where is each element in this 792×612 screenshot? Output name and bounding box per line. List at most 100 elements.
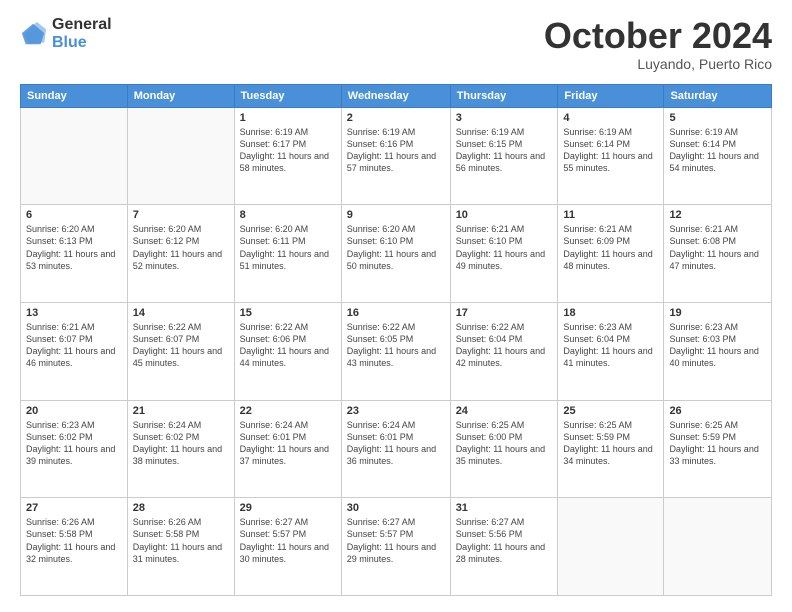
day-info: Sunrise: 6:26 AM Sunset: 5:58 PM Dayligh… <box>26 516 122 565</box>
logo: General Blue <box>20 16 112 51</box>
day-info: Sunrise: 6:21 AM Sunset: 6:07 PM Dayligh… <box>26 321 122 370</box>
day-info: Sunrise: 6:27 AM Sunset: 5:56 PM Dayligh… <box>456 516 553 565</box>
day-number: 17 <box>456 307 553 319</box>
calendar-cell: 4 Sunrise: 6:19 AM Sunset: 6:14 PM Daylig… <box>558 107 664 205</box>
calendar-cell: 29 Sunrise: 6:27 AM Sunset: 5:57 PM Dayli… <box>234 498 341 596</box>
header-tuesday: Tuesday <box>234 84 341 107</box>
calendar-cell: 28 Sunrise: 6:26 AM Sunset: 5:58 PM Dayli… <box>127 498 234 596</box>
calendar-week-2: 6 Sunrise: 6:20 AM Sunset: 6:13 PM Daylig… <box>21 205 772 303</box>
calendar-cell: 21Sunrise: 6:24 AM Sunset: 6:02 PM Dayli… <box>127 400 234 498</box>
calendar-cell: 24 Sunrise: 6:25 AM Sunset: 6:00 PM Dayli… <box>450 400 558 498</box>
day-number: 10 <box>456 209 553 221</box>
day-info: Sunrise: 6:27 AM Sunset: 5:57 PM Dayligh… <box>240 516 336 565</box>
calendar-cell: 6 Sunrise: 6:20 AM Sunset: 6:13 PM Daylig… <box>21 205 128 303</box>
logo-text: General Blue <box>52 16 112 51</box>
calendar-week-4: 20 Sunrise: 6:23 AM Sunset: 6:02 PM Dayli… <box>21 400 772 498</box>
day-info: Sunrise: 6:20 AM Sunset: 6:13 PM Dayligh… <box>26 223 122 272</box>
header-wednesday: Wednesday <box>341 84 450 107</box>
day-info: Sunrise: 6:21 AM Sunset: 6:08 PM Dayligh… <box>669 223 766 272</box>
day-number: 11 <box>563 209 658 221</box>
day-number: 14 <box>133 307 229 319</box>
day-info: Sunrise: 6:25 AM Sunset: 6:00 PM Dayligh… <box>456 419 553 468</box>
day-number: 5 <box>669 112 766 124</box>
day-number: 18 <box>563 307 658 319</box>
day-number: 16 <box>347 307 445 319</box>
month-title: October 2024 <box>544 16 772 56</box>
calendar-body: 1Sunrise: 6:19 AM Sunset: 6:17 PM Daylig… <box>21 107 772 595</box>
day-info: Sunrise: 6:20 AM Sunset: 6:10 PM Dayligh… <box>347 223 445 272</box>
day-info: Sunrise: 6:26 AM Sunset: 5:58 PM Dayligh… <box>133 516 229 565</box>
day-number: 15 <box>240 307 336 319</box>
day-number: 28 <box>133 502 229 514</box>
calendar-cell <box>127 107 234 205</box>
day-number: 21 <box>133 405 229 417</box>
calendar-cell: 18 Sunrise: 6:23 AM Sunset: 6:04 PM Dayli… <box>558 302 664 400</box>
day-number: 13 <box>26 307 122 319</box>
day-number: 2 <box>347 112 445 124</box>
header-row: Sunday Monday Tuesday Wednesday Thursday… <box>21 84 772 107</box>
day-number: 4 <box>563 112 658 124</box>
day-number: 29 <box>240 502 336 514</box>
calendar-cell: 7Sunrise: 6:20 AM Sunset: 6:12 PM Daylig… <box>127 205 234 303</box>
day-info: Sunrise: 6:22 AM Sunset: 6:04 PM Dayligh… <box>456 321 553 370</box>
day-info: Sunrise: 6:19 AM Sunset: 6:16 PM Dayligh… <box>347 126 445 175</box>
day-info: Sunrise: 6:22 AM Sunset: 6:05 PM Dayligh… <box>347 321 445 370</box>
day-number: 6 <box>26 209 122 221</box>
day-number: 24 <box>456 405 553 417</box>
day-info: Sunrise: 6:21 AM Sunset: 6:10 PM Dayligh… <box>456 223 553 272</box>
calendar-cell: 30 Sunrise: 6:27 AM Sunset: 5:57 PM Dayli… <box>341 498 450 596</box>
day-number: 1 <box>240 112 336 124</box>
calendar-cell: 17 Sunrise: 6:22 AM Sunset: 6:04 PM Dayli… <box>450 302 558 400</box>
day-info: Sunrise: 6:27 AM Sunset: 5:57 PM Dayligh… <box>347 516 445 565</box>
calendar-cell: 10 Sunrise: 6:21 AM Sunset: 6:10 PM Dayli… <box>450 205 558 303</box>
day-number: 8 <box>240 209 336 221</box>
calendar-cell: 19 Sunrise: 6:23 AM Sunset: 6:03 PM Dayli… <box>664 302 772 400</box>
calendar-cell: 23Sunrise: 6:24 AM Sunset: 6:01 PM Dayli… <box>341 400 450 498</box>
calendar-cell: 8Sunrise: 6:20 AM Sunset: 6:11 PM Daylig… <box>234 205 341 303</box>
day-info: Sunrise: 6:24 AM Sunset: 6:01 PM Dayligh… <box>240 419 336 468</box>
day-number: 19 <box>669 307 766 319</box>
calendar-cell: 27 Sunrise: 6:26 AM Sunset: 5:58 PM Dayli… <box>21 498 128 596</box>
calendar-cell: 31 Sunrise: 6:27 AM Sunset: 5:56 PM Dayli… <box>450 498 558 596</box>
location-subtitle: Luyando, Puerto Rico <box>544 56 772 72</box>
calendar-week-1: 1Sunrise: 6:19 AM Sunset: 6:17 PM Daylig… <box>21 107 772 205</box>
calendar-cell: 2 Sunrise: 6:19 AM Sunset: 6:16 PM Daylig… <box>341 107 450 205</box>
calendar-header: Sunday Monday Tuesday Wednesday Thursday… <box>21 84 772 107</box>
header-monday: Monday <box>127 84 234 107</box>
calendar-cell: 22 Sunrise: 6:24 AM Sunset: 6:01 PM Dayli… <box>234 400 341 498</box>
calendar-cell: 3Sunrise: 6:19 AM Sunset: 6:15 PM Daylig… <box>450 107 558 205</box>
day-number: 30 <box>347 502 445 514</box>
page: General Blue October 2024 Luyando, Puert… <box>0 0 792 612</box>
calendar-week-5: 27 Sunrise: 6:26 AM Sunset: 5:58 PM Dayli… <box>21 498 772 596</box>
calendar-cell: 11 Sunrise: 6:21 AM Sunset: 6:09 PM Dayli… <box>558 205 664 303</box>
day-info: Sunrise: 6:23 AM Sunset: 6:04 PM Dayligh… <box>563 321 658 370</box>
calendar-cell: 16 Sunrise: 6:22 AM Sunset: 6:05 PM Dayli… <box>341 302 450 400</box>
calendar-cell <box>21 107 128 205</box>
calendar-cell: 26Sunrise: 6:25 AM Sunset: 5:59 PM Dayli… <box>664 400 772 498</box>
calendar-cell: 9 Sunrise: 6:20 AM Sunset: 6:10 PM Daylig… <box>341 205 450 303</box>
day-info: Sunrise: 6:19 AM Sunset: 6:15 PM Dayligh… <box>456 126 553 175</box>
day-info: Sunrise: 6:22 AM Sunset: 6:06 PM Dayligh… <box>240 321 336 370</box>
day-number: 26 <box>669 405 766 417</box>
day-info: Sunrise: 6:19 AM Sunset: 6:14 PM Dayligh… <box>563 126 658 175</box>
header-thursday: Thursday <box>450 84 558 107</box>
day-number: 31 <box>456 502 553 514</box>
calendar-cell: 5Sunrise: 6:19 AM Sunset: 6:14 PM Daylig… <box>664 107 772 205</box>
day-number: 27 <box>26 502 122 514</box>
calendar-cell <box>558 498 664 596</box>
day-info: Sunrise: 6:23 AM Sunset: 6:02 PM Dayligh… <box>26 419 122 468</box>
day-info: Sunrise: 6:24 AM Sunset: 6:01 PM Dayligh… <box>347 419 445 468</box>
logo-general: General <box>52 16 112 34</box>
logo-icon <box>20 20 48 48</box>
calendar-cell: 25Sunrise: 6:25 AM Sunset: 5:59 PM Dayli… <box>558 400 664 498</box>
day-number: 22 <box>240 405 336 417</box>
day-number: 9 <box>347 209 445 221</box>
day-info: Sunrise: 6:21 AM Sunset: 6:09 PM Dayligh… <box>563 223 658 272</box>
day-info: Sunrise: 6:22 AM Sunset: 6:07 PM Dayligh… <box>133 321 229 370</box>
header: General Blue October 2024 Luyando, Puert… <box>20 16 772 72</box>
calendar-cell: 20 Sunrise: 6:23 AM Sunset: 6:02 PM Dayli… <box>21 400 128 498</box>
day-number: 20 <box>26 405 122 417</box>
day-info: Sunrise: 6:23 AM Sunset: 6:03 PM Dayligh… <box>669 321 766 370</box>
calendar-week-3: 13 Sunrise: 6:21 AM Sunset: 6:07 PM Dayli… <box>21 302 772 400</box>
header-friday: Friday <box>558 84 664 107</box>
